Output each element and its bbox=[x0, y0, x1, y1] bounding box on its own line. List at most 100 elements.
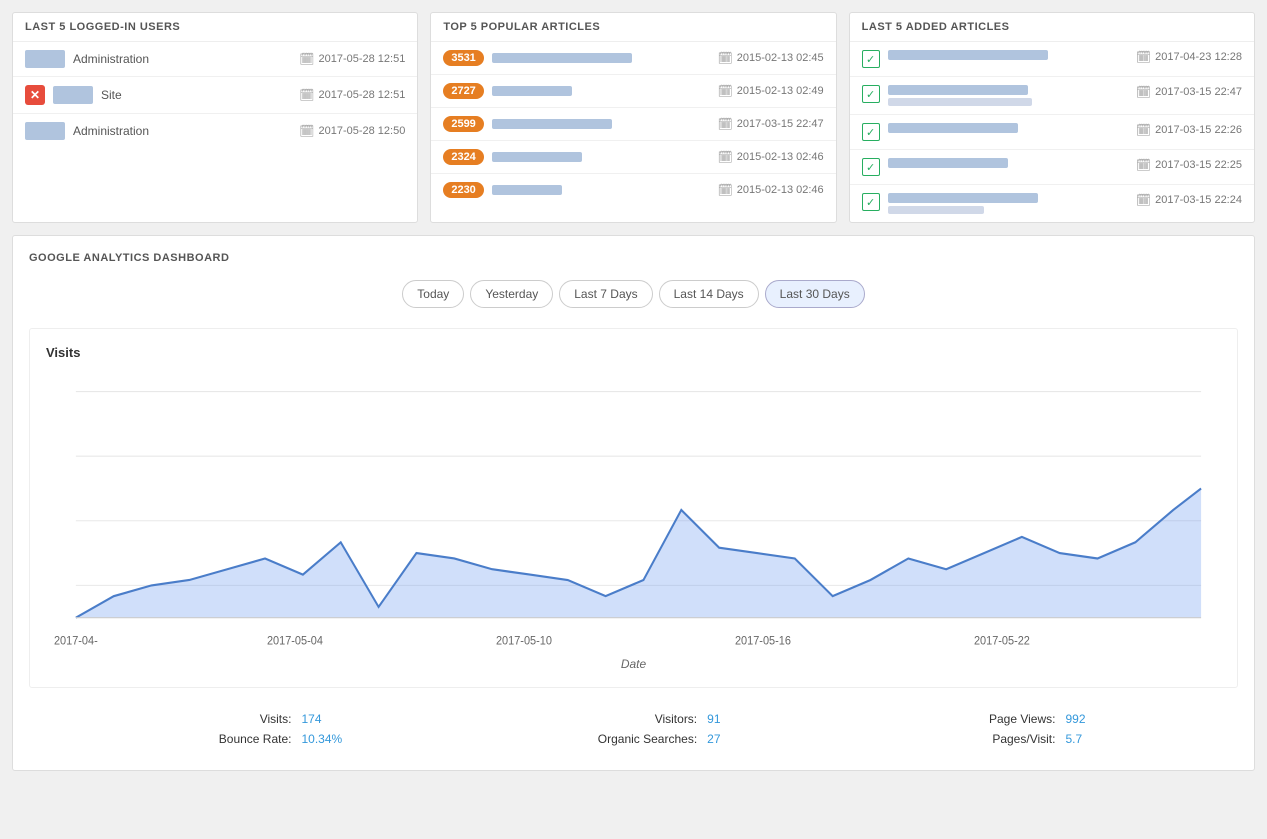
svg-text:2017-05-22: 2017-05-22 bbox=[974, 635, 1030, 647]
calendar-icon: 🗓 bbox=[1136, 123, 1151, 137]
article-meta: 🗓 2015-02-13 02:46 bbox=[718, 183, 824, 197]
user-meta: 🗓 2017-05-28 12:51 bbox=[299, 88, 405, 102]
check-icon: ✓ bbox=[862, 158, 880, 176]
visits-chart: 2017-04- 28 2017-05-04 2017-05-10 2017-0… bbox=[46, 370, 1221, 650]
added-row: ✓ 🗓 2017-03-15 22:25 bbox=[850, 150, 1254, 185]
calendar-icon: 🗓 bbox=[718, 150, 733, 164]
logged-in-users-list: Administration 🗓 2017-05-28 12:51 ✕ Site… bbox=[13, 42, 417, 148]
user-row: Administration 🗓 2017-05-28 12:50 bbox=[13, 114, 417, 148]
article-title bbox=[492, 86, 710, 96]
btn-last-14-days[interactable]: Last 14 Days bbox=[659, 280, 759, 308]
added-articles-title: LAST 5 ADDED ARTICLES bbox=[850, 13, 1254, 42]
page-views-label: Page Views: bbox=[945, 712, 1055, 726]
article-date: 2015-02-13 02:49 bbox=[737, 85, 824, 97]
check-icon: ✓ bbox=[862, 123, 880, 141]
logged-in-users-title: LAST 5 LOGGED-IN USERS bbox=[13, 13, 417, 42]
added-meta: 🗓 2017-03-15 22:26 bbox=[1136, 123, 1242, 137]
added-date: 2017-03-15 22:25 bbox=[1155, 159, 1242, 171]
added-date: 2017-04-23 12:28 bbox=[1155, 51, 1242, 63]
stat-visitors: Visitors: 91 bbox=[567, 712, 720, 726]
logged-in-users-panel: LAST 5 LOGGED-IN USERS Administration 🗓 … bbox=[12, 12, 418, 223]
added-info bbox=[888, 158, 1128, 171]
added-date: 2017-03-15 22:24 bbox=[1155, 194, 1242, 206]
article-count: 2230 bbox=[443, 182, 483, 198]
organic-searches-value: 27 bbox=[707, 732, 720, 746]
stat-organic: Organic Searches: 27 bbox=[567, 732, 720, 746]
added-date: 2017-03-15 22:26 bbox=[1155, 124, 1242, 136]
check-icon: ✓ bbox=[862, 193, 880, 211]
article-title bbox=[492, 152, 710, 162]
visitors-value: 91 bbox=[707, 712, 720, 726]
bounce-rate-value: 10.34% bbox=[301, 732, 342, 746]
added-row: ✓ 🗓 2017-03-15 22:24 bbox=[850, 185, 1254, 222]
user-meta: 🗓 2017-05-28 12:51 bbox=[299, 52, 405, 66]
svg-text:2017-05-16: 2017-05-16 bbox=[735, 635, 791, 647]
calendar-icon: 🗓 bbox=[299, 88, 314, 102]
article-title bbox=[492, 119, 710, 129]
chart-container: Visits 2017-04- 28 2017-05-04 2017-05-10… bbox=[29, 328, 1238, 688]
btn-last-30-days[interactable]: Last 30 Days bbox=[765, 280, 865, 308]
added-meta: 🗓 2017-03-15 22:24 bbox=[1136, 193, 1242, 207]
article-title bbox=[492, 185, 710, 195]
btn-last-7-days[interactable]: Last 7 Days bbox=[559, 280, 652, 308]
visits-label: Visits: bbox=[181, 712, 291, 726]
user-date: 2017-05-28 12:51 bbox=[318, 53, 405, 65]
stats-row: Visits: 174 Bounce Rate: 10.34% Visitors… bbox=[29, 704, 1238, 754]
added-articles-panel: LAST 5 ADDED ARTICLES ✓ 🗓 2017-04-23 12:… bbox=[849, 12, 1255, 223]
chart-x-label: Date bbox=[46, 657, 1221, 671]
svg-text:28: 28 bbox=[70, 649, 82, 650]
analytics-buttons: Today Yesterday Last 7 Days Last 14 Days… bbox=[29, 280, 1238, 308]
svg-text:2017-05-04: 2017-05-04 bbox=[267, 635, 323, 647]
analytics-title: GOOGLE ANALYTICS DASHBOARD bbox=[29, 252, 1238, 264]
article-meta: 🗓 2015-02-13 02:46 bbox=[718, 150, 824, 164]
bounce-rate-label: Bounce Rate: bbox=[181, 732, 291, 746]
added-info bbox=[888, 193, 1128, 214]
article-count: 2599 bbox=[443, 116, 483, 132]
avatar bbox=[25, 122, 65, 140]
stat-page-views: Page Views: 992 bbox=[945, 712, 1085, 726]
article-date: 2017-03-15 22:47 bbox=[737, 118, 824, 130]
analytics-section: GOOGLE ANALYTICS DASHBOARD Today Yesterd… bbox=[12, 235, 1255, 771]
user-meta: 🗓 2017-05-28 12:50 bbox=[299, 124, 405, 138]
stat-pages-visit: Pages/Visit: 5.7 bbox=[945, 732, 1085, 746]
page-views-value: 992 bbox=[1065, 712, 1085, 726]
article-count: 2324 bbox=[443, 149, 483, 165]
article-row: 2599 🗓 2017-03-15 22:47 bbox=[431, 108, 835, 141]
user-date: 2017-05-28 12:50 bbox=[318, 125, 405, 137]
calendar-icon: 🗓 bbox=[718, 84, 733, 98]
added-articles-list: ✓ 🗓 2017-04-23 12:28 ✓ 🗓 2017-03-15 22:4 bbox=[850, 42, 1254, 222]
calendar-icon: 🗓 bbox=[1136, 158, 1151, 172]
popular-articles-title: TOP 5 POPULAR ARTICLES bbox=[431, 13, 835, 42]
article-row: 3531 🗓 2015-02-13 02:45 bbox=[431, 42, 835, 75]
stat-visits: Visits: 174 bbox=[181, 712, 342, 726]
visits-value: 174 bbox=[301, 712, 321, 726]
article-row: 2324 🗓 2015-02-13 02:46 bbox=[431, 141, 835, 174]
btn-yesterday[interactable]: Yesterday bbox=[470, 280, 553, 308]
btn-today[interactable]: Today bbox=[402, 280, 464, 308]
calendar-icon: 🗓 bbox=[299, 124, 314, 138]
user-role: Administration bbox=[73, 52, 291, 66]
calendar-icon: 🗓 bbox=[299, 52, 314, 66]
added-info bbox=[888, 123, 1128, 136]
calendar-icon: 🗓 bbox=[718, 183, 733, 197]
article-meta: 🗓 2015-02-13 02:45 bbox=[718, 51, 824, 65]
calendar-icon: 🗓 bbox=[1136, 50, 1151, 64]
calendar-icon: 🗓 bbox=[1136, 85, 1151, 99]
pages-visit-value: 5.7 bbox=[1065, 732, 1082, 746]
article-date: 2015-02-13 02:45 bbox=[737, 52, 824, 64]
organic-searches-label: Organic Searches: bbox=[567, 732, 697, 746]
svg-text:2017-04-: 2017-04- bbox=[54, 635, 98, 647]
added-row: ✓ 🗓 2017-03-15 22:26 bbox=[850, 115, 1254, 150]
added-meta: 🗓 2017-04-23 12:28 bbox=[1136, 50, 1242, 64]
article-count: 2727 bbox=[443, 83, 483, 99]
pages-visit-label: Pages/Visit: bbox=[945, 732, 1055, 746]
stat-bounce: Bounce Rate: 10.34% bbox=[181, 732, 342, 746]
avatar bbox=[25, 50, 65, 68]
user-role: Administration bbox=[73, 124, 291, 138]
article-row: 2727 🗓 2015-02-13 02:49 bbox=[431, 75, 835, 108]
article-title bbox=[492, 53, 710, 63]
article-meta: 🗓 2017-03-15 22:47 bbox=[718, 117, 824, 131]
stats-group-pageviews: Page Views: 992 Pages/Visit: 5.7 bbox=[945, 712, 1085, 746]
article-meta: 🗓 2015-02-13 02:49 bbox=[718, 84, 824, 98]
article-date: 2015-02-13 02:46 bbox=[737, 184, 824, 196]
